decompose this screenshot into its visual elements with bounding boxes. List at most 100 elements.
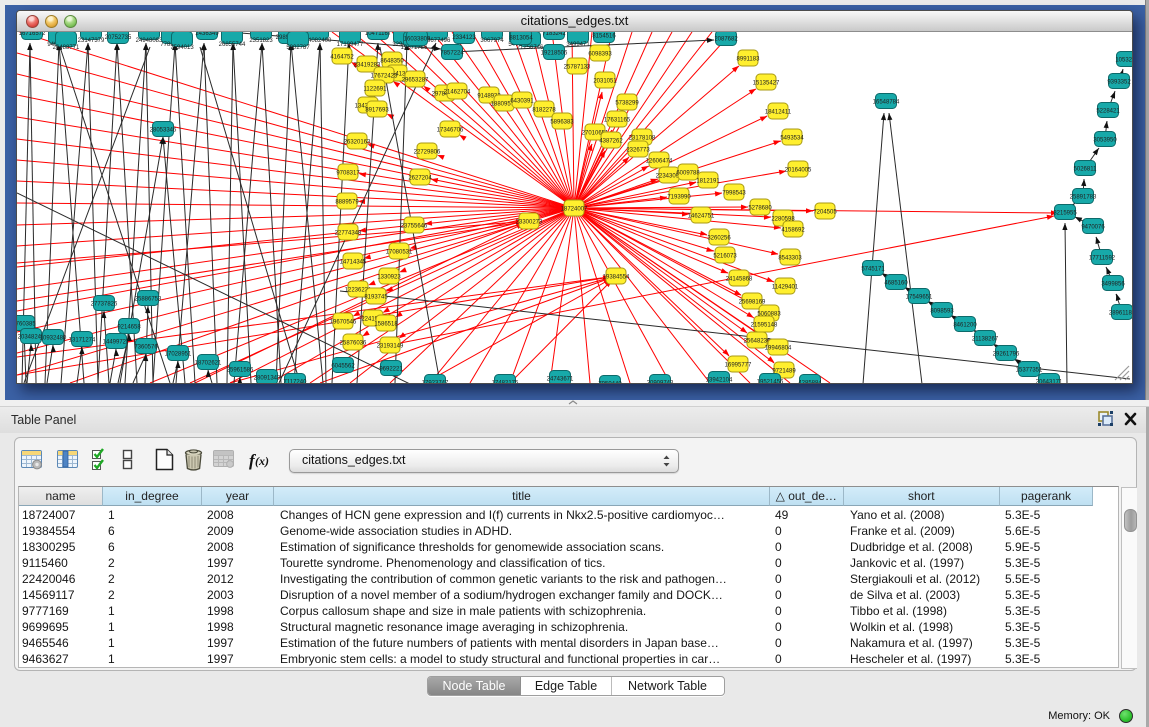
svg-text:25876036: 25876036 — [340, 341, 367, 347]
svg-text:7117240: 7117240 — [284, 380, 308, 384]
svg-text:8543303: 8543303 — [778, 256, 802, 262]
svg-text:25787133: 25787133 — [564, 65, 591, 71]
svg-text:17631165: 17631165 — [604, 118, 631, 124]
svg-text:7193990: 7193990 — [667, 195, 691, 201]
svg-text:25886753: 25886753 — [135, 297, 162, 303]
svg-text:2087682: 2087682 — [714, 37, 738, 43]
svg-text:15135427: 15135427 — [753, 81, 780, 87]
svg-text:8991183: 8991183 — [737, 57, 761, 63]
svg-text:5278680: 5278680 — [748, 206, 772, 212]
svg-text:1053293: 1053293 — [1115, 58, 1132, 64]
svg-text:25961586: 25961586 — [227, 368, 254, 374]
svg-text:9214658: 9214658 — [117, 325, 141, 331]
svg-text:6430391: 6430391 — [510, 99, 534, 105]
svg-text:19946804: 19946804 — [765, 346, 792, 352]
svg-text:24145868: 24145868 — [726, 277, 753, 283]
svg-text:8648350: 8648350 — [380, 59, 404, 65]
svg-text:24948083: 24948083 — [136, 38, 163, 44]
svg-text:26320163: 26320163 — [344, 140, 371, 146]
svg-text:17482175: 17482175 — [492, 381, 519, 384]
svg-text:5745171: 5745171 — [861, 267, 885, 273]
svg-text:28091343: 28091343 — [254, 376, 281, 382]
svg-text:21595148: 21595148 — [751, 323, 778, 329]
svg-text:9393352: 9393352 — [1107, 80, 1131, 86]
svg-text:18412411: 18412411 — [765, 110, 792, 116]
svg-text:25698169: 25698169 — [739, 300, 766, 306]
svg-text:3053950: 3053950 — [1093, 138, 1117, 144]
svg-text:7204505: 7204505 — [813, 210, 837, 216]
svg-text:9692221: 9692221 — [379, 367, 403, 373]
svg-text:25648236: 25648236 — [744, 339, 771, 345]
svg-text:12606474: 12606474 — [646, 159, 673, 165]
svg-text:7998543: 7998543 — [722, 191, 746, 197]
svg-text:26855744: 26855744 — [219, 42, 246, 48]
svg-text:4164752: 4164752 — [330, 55, 354, 61]
svg-text:3499856: 3499856 — [1101, 282, 1125, 288]
svg-text:17109477: 17109477 — [337, 42, 364, 48]
svg-text:4387262: 4387262 — [599, 139, 623, 145]
svg-text:5493534: 5493534 — [780, 136, 804, 142]
svg-text:28053346: 28053346 — [150, 128, 177, 134]
svg-text:8098593: 8098593 — [930, 309, 954, 315]
svg-text:9760385: 9760385 — [17, 322, 36, 328]
svg-text:2351823: 2351823 — [249, 38, 273, 44]
svg-text:23193149: 23193149 — [377, 344, 404, 350]
svg-text:3499471: 3499471 — [566, 42, 590, 48]
svg-text:7360576: 7360576 — [134, 345, 158, 351]
svg-text:8182278: 8182278 — [532, 108, 556, 114]
svg-text:2436349: 2436349 — [195, 32, 219, 37]
svg-text:29653287: 29653287 — [402, 78, 429, 84]
svg-text:22774348: 22774348 — [335, 231, 362, 237]
svg-text:7594013: 7594013 — [170, 45, 194, 51]
svg-text:26488771: 26488771 — [53, 45, 80, 51]
svg-text:5216073: 5216073 — [713, 254, 737, 260]
svg-text:1122691: 1122691 — [364, 87, 388, 93]
svg-text:21138267: 21138267 — [972, 337, 999, 343]
svg-text:16033809: 16033809 — [404, 37, 431, 43]
svg-text:8917693: 8917693 — [365, 108, 389, 114]
svg-text:4158692: 4158692 — [781, 228, 805, 234]
svg-text:16716572: 16716572 — [19, 32, 46, 37]
svg-text:14624751: 14624751 — [688, 214, 715, 220]
svg-text:28961183: 28961183 — [1109, 311, 1132, 317]
svg-text:24743671: 24743671 — [547, 377, 574, 383]
svg-text:11429401: 11429401 — [772, 285, 799, 291]
svg-text:21462704: 21462704 — [444, 90, 471, 96]
svg-text:17028951: 17028951 — [165, 352, 192, 358]
svg-text:8154516: 8154516 — [592, 34, 616, 40]
svg-text:8813054: 8813054 — [509, 36, 533, 42]
svg-text:23300273: 23300273 — [516, 220, 543, 226]
svg-text:1812191: 1812191 — [696, 179, 720, 185]
svg-text:17346706: 17346706 — [437, 128, 464, 134]
svg-text:16548784: 16548784 — [873, 100, 900, 106]
svg-text:18724007: 18724007 — [561, 207, 588, 213]
svg-text:8461200: 8461200 — [953, 323, 977, 329]
svg-text:17549651: 17549651 — [906, 295, 933, 301]
svg-text:16995777: 16995777 — [725, 363, 752, 369]
svg-text:3260256: 3260256 — [707, 236, 731, 242]
svg-text:2326773: 2326773 — [626, 148, 650, 154]
svg-text:15377351: 15377351 — [1016, 368, 1043, 374]
svg-text:6098393: 6098393 — [588, 52, 612, 58]
svg-text:7857224: 7857224 — [440, 51, 464, 57]
svg-text:23147379: 23147379 — [78, 38, 105, 44]
svg-text:20164005: 20164005 — [785, 168, 812, 174]
svg-text:5896383: 5896383 — [550, 120, 574, 126]
svg-text:20909743: 20909743 — [647, 381, 674, 384]
svg-text:8889579: 8889579 — [335, 200, 359, 206]
svg-text:5902787: 5902787 — [286, 45, 310, 51]
svg-text:20752735: 20752735 — [105, 35, 132, 41]
svg-text:8193745: 8193745 — [364, 295, 388, 301]
svg-text:17923747: 17923747 — [422, 381, 449, 384]
svg-text:6045562: 6045562 — [331, 364, 355, 370]
svg-text:(x): (x) — [255, 454, 269, 468]
svg-text:22729806: 22729806 — [414, 150, 441, 156]
svg-text:3215955: 3215955 — [1053, 211, 1077, 217]
svg-text:17080531: 17080531 — [386, 250, 413, 256]
svg-text:2031051: 2031051 — [593, 79, 617, 85]
svg-text:14714345: 14714345 — [340, 260, 367, 266]
svg-text:5228421: 5228421 — [1096, 109, 1120, 115]
svg-text:17672423: 17672423 — [371, 74, 398, 80]
svg-text:13942104: 13942104 — [706, 378, 733, 384]
svg-text:19670546: 19670546 — [330, 320, 357, 326]
